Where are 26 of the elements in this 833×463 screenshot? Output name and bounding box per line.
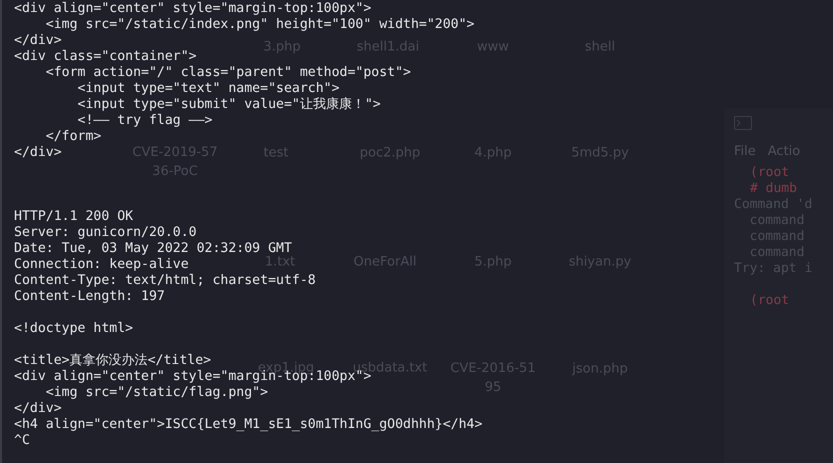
terminal-output-line: Content-Length: 197 bbox=[14, 289, 165, 305]
terminal-output-line: Server: gunicorn/20.0.0 bbox=[14, 225, 197, 241]
terminal-output-line: Content-Type: text/html; charset=utf-8 bbox=[14, 273, 316, 289]
terminal-output-line: <div align="center" style="margin-top:100px"> bbox=[14, 1, 372, 17]
terminal-output-line: <input type="submit" value="让我康康！"> bbox=[76, 97, 381, 113]
terminal-output-line: <title>真拿你没办法</title> bbox=[14, 353, 212, 369]
terminal-output-line: <!doctype html> bbox=[14, 321, 134, 337]
terminal-output-line: </form> bbox=[44, 129, 102, 145]
terminal-icon bbox=[734, 116, 752, 130]
terminal-output-line: </div> bbox=[14, 401, 62, 417]
terminal-output-line: <!—— try flag ——> bbox=[76, 113, 212, 129]
terminal-output-line: <form action="/" class="parent" method="post"> bbox=[44, 65, 411, 81]
terminal-output-line: <input type="text" name="search"> bbox=[76, 81, 340, 97]
terminal-output-line: Date: Tue, 03 May 2022 02:32:09 GMT bbox=[14, 241, 292, 256]
terminal-output-line: Connection: keep-alive bbox=[14, 257, 189, 273]
terminal-output-line: <div class="container"> bbox=[14, 49, 197, 65]
terminal-output-line: <img src="/static/flag.png"> bbox=[44, 385, 268, 401]
terminal-output-line: <h4 align="center">ISCC{Let9_M1_sE1_s0m1ThInG_gO0dhhh}</h4> bbox=[14, 417, 482, 433]
terminal-output-line: ^C bbox=[14, 433, 30, 449]
terminal-output-line: HTTP/1.1 200 OK bbox=[14, 209, 134, 225]
prompt-line: # dumb bbox=[749, 181, 797, 197]
terminal-output-line: <img src="/static/index.png" height="100" width="200"> bbox=[44, 17, 474, 33]
terminal-output-line: </div> bbox=[14, 33, 62, 49]
terminal-output-line: </div> bbox=[14, 145, 62, 161]
prompt-line: (root bbox=[749, 165, 790, 181]
prompt-line: (root bbox=[749, 293, 790, 309]
